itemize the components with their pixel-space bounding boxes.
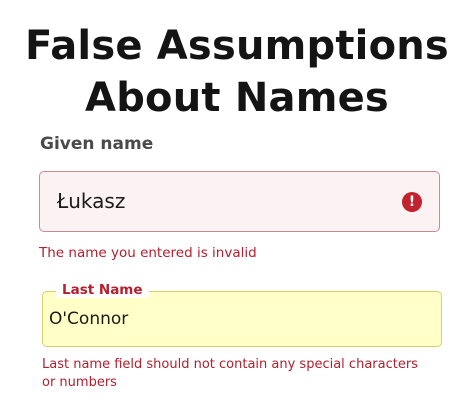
last-name-field[interactable]: O'Connor: [42, 291, 442, 347]
error-exclamation-icon: !: [402, 192, 422, 212]
headline-line-2: About Names: [85, 75, 389, 121]
last-name-value: O'Connor: [49, 309, 129, 329]
last-name-label: Last Name: [56, 282, 149, 298]
last-name-error-message: Last name field should not contain any s…: [42, 357, 418, 390]
headline-line-1: False Assumptions: [25, 23, 449, 69]
given-name-error-message: The name you entered is invalid: [39, 245, 257, 261]
given-name-value: Łukasz: [57, 189, 126, 213]
given-name-field[interactable]: Łukasz !: [39, 171, 440, 232]
given-name-label: Given name: [40, 134, 154, 154]
